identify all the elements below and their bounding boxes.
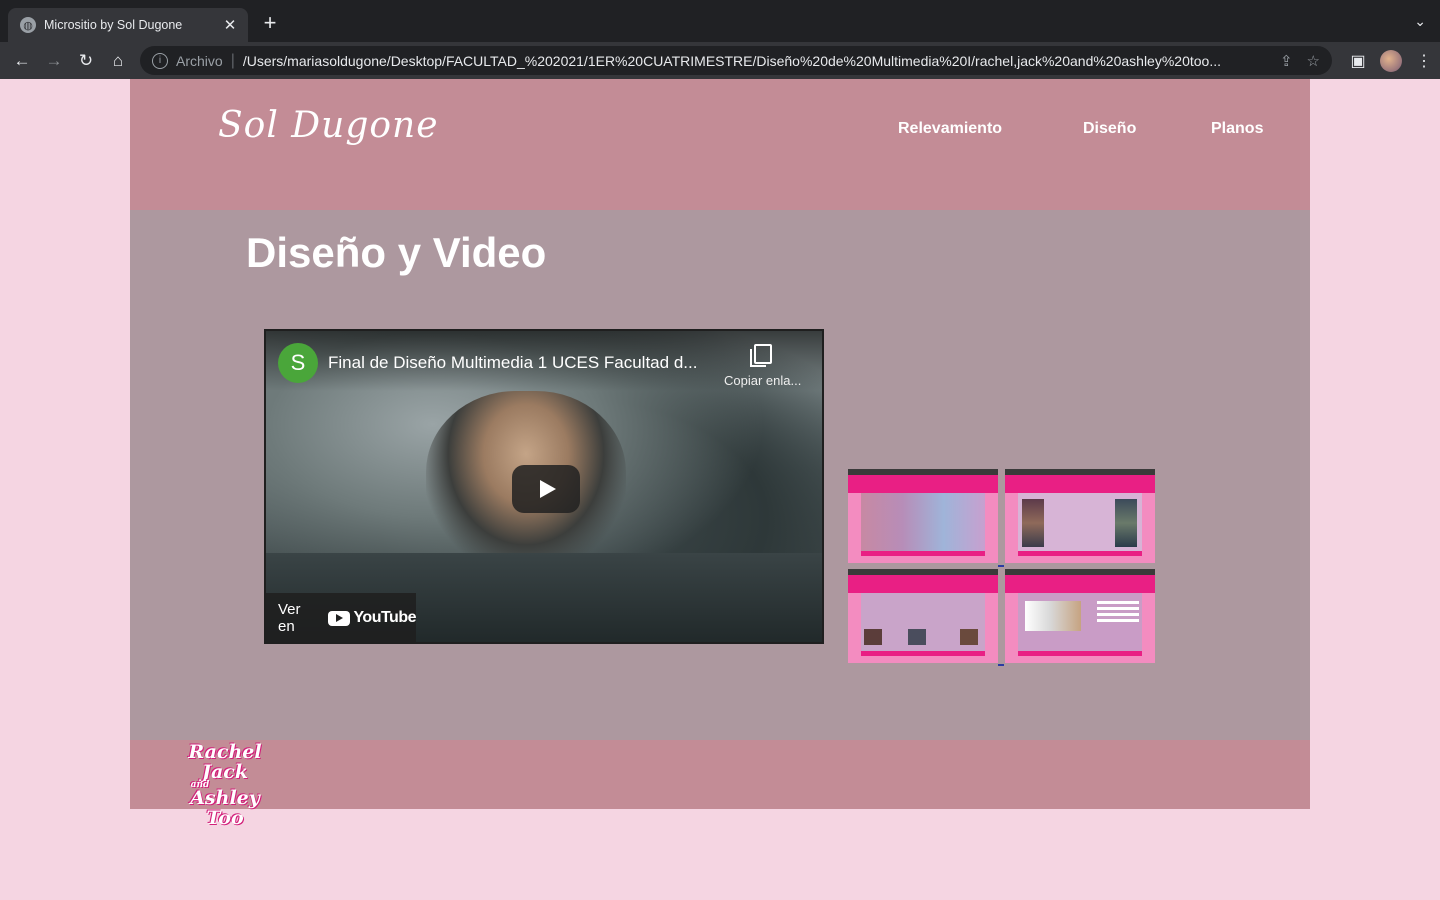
page-container: Sol Dugone Relevamiento Diseño Planos Di…: [130, 79, 1310, 828]
browser-tab-bar: ◍ Micrositio by Sol Dugone ✕ + ⌄: [0, 0, 1440, 42]
nav-relevamiento[interactable]: Relevamiento: [898, 120, 1002, 138]
site-logo[interactable]: Sol Dugone: [218, 105, 439, 146]
gallery-thumbnail-1[interactable]: [848, 469, 998, 563]
back-arrow-icon[interactable]: ←: [6, 51, 38, 71]
side-panel-icon[interactable]: ▣: [1342, 51, 1374, 71]
browser-tab[interactable]: ◍ Micrositio by Sol Dugone ✕: [8, 8, 248, 42]
gallery-thumbnail-2[interactable]: [1005, 469, 1155, 563]
gallery-divider-marker: [998, 565, 1004, 567]
gallery-thumbnail-4[interactable]: [1005, 569, 1155, 663]
footer-logo[interactable]: Rachel Jack and Ashley Too: [170, 742, 280, 828]
address-bar[interactable]: i Archivo | /Users/mariasoldugone/Deskto…: [140, 46, 1332, 75]
youtube-embed[interactable]: S Final de Diseño Multimedia 1 UCES Facu…: [264, 329, 824, 644]
reload-icon[interactable]: ↻: [70, 51, 102, 71]
nav-planos[interactable]: Planos: [1211, 120, 1263, 138]
footer-logo-line1: Rachel Jack: [188, 741, 262, 783]
youtube-play-icon: [328, 610, 351, 626]
tab-title: Micrositio by Sol Dugone: [44, 18, 183, 32]
tab-search-chevron-icon[interactable]: ⌄: [1414, 13, 1426, 30]
gallery-divider-marker: [998, 664, 1004, 666]
browser-toolbar: ← → ↻ ⌂ i Archivo | /Users/mariasoldugon…: [0, 42, 1440, 79]
youtube-wordmark: YouTube: [353, 609, 416, 626]
page-title: Diseño y Video: [246, 229, 547, 276]
watch-on-label: Ver en: [278, 601, 301, 635]
site-footer: Rachel Jack and Ashley Too: [130, 740, 1310, 828]
bookmark-star-icon[interactable]: ☆: [1307, 52, 1320, 70]
share-icon[interactable]: ⇪: [1280, 52, 1293, 70]
copy-link-icon[interactable]: [750, 344, 772, 367]
scheme-label: Archivo: [176, 52, 223, 69]
youtube-logo: YouTube: [328, 609, 416, 627]
footer-logo-line2: Ashley Too: [190, 787, 260, 829]
play-button[interactable]: [512, 465, 580, 513]
channel-avatar[interactable]: S: [278, 343, 318, 383]
video-title[interactable]: Final de Diseño Multimedia 1 UCES Facult…: [328, 353, 697, 373]
copy-link-label[interactable]: Copiar enla...: [724, 373, 801, 388]
url-text[interactable]: /Users/mariasoldugone/Desktop/FACULTAD_%…: [243, 53, 1266, 69]
globe-icon: ◍: [20, 17, 36, 33]
address-separator: |: [230, 51, 235, 69]
nav-diseno[interactable]: Diseño: [1083, 120, 1136, 138]
site-header: Sol Dugone Relevamiento Diseño Planos: [130, 79, 1310, 210]
profile-avatar[interactable]: [1380, 49, 1402, 72]
new-tab-button[interactable]: +: [258, 12, 282, 34]
gallery-thumbnail-3[interactable]: [848, 569, 998, 663]
kebab-menu-icon[interactable]: ⋮: [1408, 51, 1440, 71]
close-tab-icon[interactable]: ✕: [222, 16, 238, 34]
home-icon[interactable]: ⌂: [102, 51, 134, 71]
toolbar-right: ▣ ⋮: [1342, 42, 1440, 79]
watch-on-youtube-button[interactable]: Ver en YouTube: [266, 593, 416, 642]
info-icon[interactable]: i: [152, 52, 168, 69]
forward-arrow-icon[interactable]: →: [38, 51, 70, 71]
